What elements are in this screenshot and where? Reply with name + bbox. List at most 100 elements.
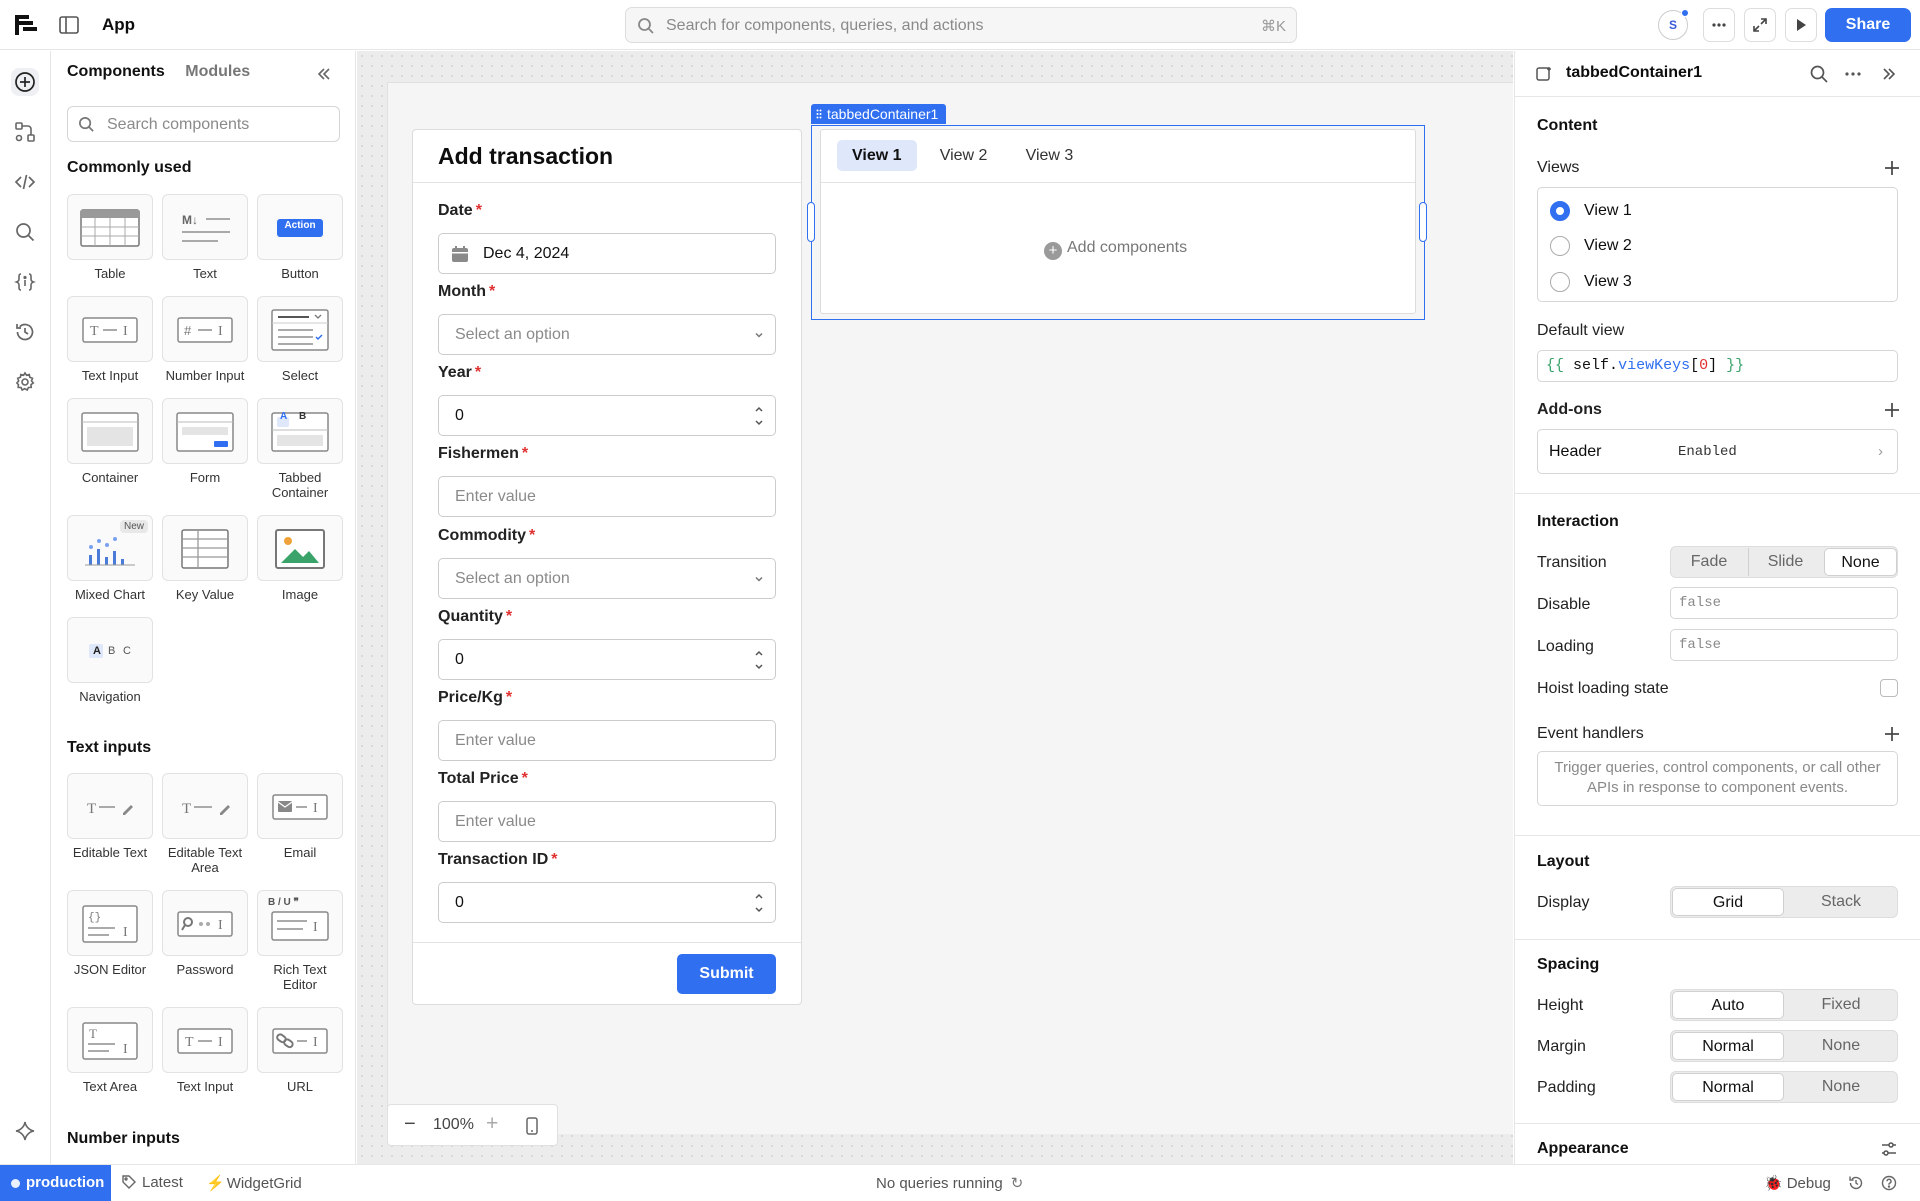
search-icon[interactable] (1809, 64, 1829, 84)
history-icon[interactable] (1848, 1175, 1864, 1191)
search-icon[interactable] (11, 218, 39, 246)
component-tile-editable-text-area[interactable]: T Editable Text Area (162, 773, 248, 875)
component-tile-url[interactable]: I URL (257, 1007, 343, 1094)
add-event-handler-icon[interactable] (1883, 725, 1901, 743)
add-addon-icon[interactable] (1883, 401, 1901, 419)
component-search-input[interactable]: Search components (67, 106, 340, 142)
month-select[interactable]: Select an option (438, 314, 776, 355)
tab-view-1[interactable]: View 1 (837, 140, 917, 171)
loading-input[interactable]: false (1670, 629, 1898, 661)
zoom-in-icon[interactable]: + (486, 1112, 498, 1136)
component-tile-text-area[interactable]: TI Text Area (67, 1007, 153, 1094)
component-tile-select[interactable]: Select (257, 296, 343, 383)
sidebar-toggle-icon[interactable] (58, 14, 80, 36)
zoom-level[interactable]: 100% (433, 1116, 474, 1134)
margin-option-normal[interactable]: Normal (1672, 1032, 1784, 1060)
padding-option-none[interactable]: None (1785, 1073, 1897, 1101)
component-tile-image[interactable]: Image (257, 515, 343, 602)
component-tile-text-input[interactable]: TI Text Input (67, 296, 153, 383)
assist-sparkle-icon[interactable] (11, 1117, 39, 1145)
queries-status[interactable]: No queries running ↻ (876, 1174, 1023, 1192)
selection-label[interactable]: tabbedContainer1 (811, 104, 947, 124)
price-per-kg-input[interactable]: Enter value (438, 720, 776, 761)
component-tile-password[interactable]: I Password (162, 890, 248, 977)
transition-option-slide[interactable]: Slide (1748, 548, 1822, 576)
fullscreen-button[interactable] (1744, 8, 1776, 42)
stepper-icon[interactable] (753, 890, 765, 916)
zoom-out-icon[interactable]: − (404, 1113, 416, 1136)
transaction-id-number-input[interactable]: 0 (438, 882, 776, 923)
tabbed-container[interactable]: View 1 View 2 View 3 + Add components (820, 129, 1416, 314)
component-tile-tabbed-container[interactable]: AB Tabbed Container (257, 398, 343, 500)
state-variables-icon[interactable] (11, 268, 39, 296)
resize-handle-right[interactable] (1419, 202, 1427, 242)
collapse-panel-icon[interactable] (315, 65, 333, 83)
add-component-icon[interactable] (11, 68, 39, 96)
date-input[interactable]: Dec 4, 2024 (438, 233, 776, 274)
display-option-grid[interactable]: Grid (1672, 888, 1784, 916)
collapse-inspector-icon[interactable] (1879, 64, 1899, 84)
stepper-icon[interactable] (753, 647, 765, 673)
radio-selected[interactable] (1550, 201, 1570, 221)
branch-selector[interactable]: ⚡ WidgetGrid (206, 1174, 302, 1192)
quantity-number-input[interactable]: 0 (438, 639, 776, 680)
component-tile-container[interactable]: Container (67, 398, 153, 485)
component-tile-text[interactable]: M↓ Text (162, 194, 248, 281)
component-tile-button[interactable]: Action Button (257, 194, 343, 281)
help-icon[interactable] (1881, 1175, 1897, 1191)
component-tile-navigation[interactable]: ABC Navigation (67, 617, 153, 704)
drag-handle-icon[interactable] (816, 109, 822, 119)
code-icon[interactable] (11, 168, 39, 196)
tab-components[interactable]: Components (67, 63, 165, 81)
component-tile-text-input-2[interactable]: TI Text Input (162, 1007, 248, 1094)
preview-button[interactable] (1785, 8, 1817, 42)
workflow-icon[interactable] (11, 118, 39, 146)
total-price-input[interactable]: Enter value (438, 801, 776, 842)
debug-button[interactable]: 🐞 Debug (1764, 1174, 1831, 1192)
component-tile-key-value[interactable]: Key Value (162, 515, 248, 602)
component-tile-rich-text-editor[interactable]: B / U ❞ I Rich Text Editor (257, 890, 343, 992)
radio[interactable] (1550, 272, 1570, 292)
add-components-button[interactable]: + Add components (1044, 239, 1187, 260)
environment-selector[interactable]: production (0, 1165, 111, 1201)
submit-button[interactable]: Submit (677, 954, 776, 994)
component-tile-editable-text[interactable]: T Editable Text (67, 773, 153, 860)
component-tile-table[interactable]: Table (67, 194, 153, 281)
component-tile-mixed-chart[interactable]: New Mixed Chart (67, 515, 153, 602)
sliders-icon[interactable] (1880, 1140, 1898, 1158)
retool-logo-icon[interactable] (14, 14, 38, 36)
margin-option-none[interactable]: None (1785, 1032, 1897, 1060)
addon-header-row[interactable]: Header Enabled › (1537, 429, 1898, 474)
version-selector[interactable]: Latest (122, 1174, 183, 1191)
avatar[interactable]: S (1658, 9, 1689, 40)
add-view-icon[interactable] (1883, 159, 1901, 177)
transition-option-fade[interactable]: Fade (1672, 548, 1746, 576)
component-tile-form[interactable]: Form (162, 398, 248, 485)
event-handlers-empty[interactable]: Trigger queries, control components, or … (1537, 751, 1898, 806)
add-transaction-form[interactable]: Add transaction Date * Dec 4, 2024 Month *… (412, 129, 802, 1005)
app-title[interactable]: App (102, 15, 135, 35)
command-search[interactable]: Search for components, queries, and acti… (625, 7, 1297, 43)
ellipsis-icon[interactable] (1843, 64, 1863, 84)
tab-view-2[interactable]: View 2 (925, 140, 1003, 171)
disable-input[interactable]: false (1670, 587, 1898, 619)
padding-option-normal[interactable]: Normal (1672, 1073, 1784, 1101)
default-view-input[interactable]: {{ self.viewKeys[0] }} (1537, 350, 1898, 382)
transition-option-none[interactable]: None (1824, 548, 1897, 576)
component-tile-email[interactable]: I Email (257, 773, 343, 860)
settings-icon[interactable] (11, 368, 39, 396)
height-option-auto[interactable]: Auto (1672, 991, 1784, 1019)
stepper-icon[interactable] (753, 403, 765, 429)
year-number-input[interactable]: 0 (438, 395, 776, 436)
history-icon[interactable] (11, 318, 39, 346)
component-tile-number-input[interactable]: # I Number Input (162, 296, 248, 383)
height-option-fixed[interactable]: Fixed (1785, 991, 1897, 1019)
more-options-button[interactable] (1703, 8, 1735, 42)
component-name[interactable]: tabbedContainer1 (1566, 64, 1702, 82)
display-option-stack[interactable]: Stack (1785, 888, 1897, 916)
fishermen-input[interactable]: Enter value (438, 476, 776, 517)
share-button[interactable]: Share (1825, 8, 1911, 42)
radio[interactable] (1550, 236, 1570, 256)
component-tile-json-editor[interactable]: {} I JSON Editor (67, 890, 153, 977)
tab-modules[interactable]: Modules (185, 63, 250, 81)
